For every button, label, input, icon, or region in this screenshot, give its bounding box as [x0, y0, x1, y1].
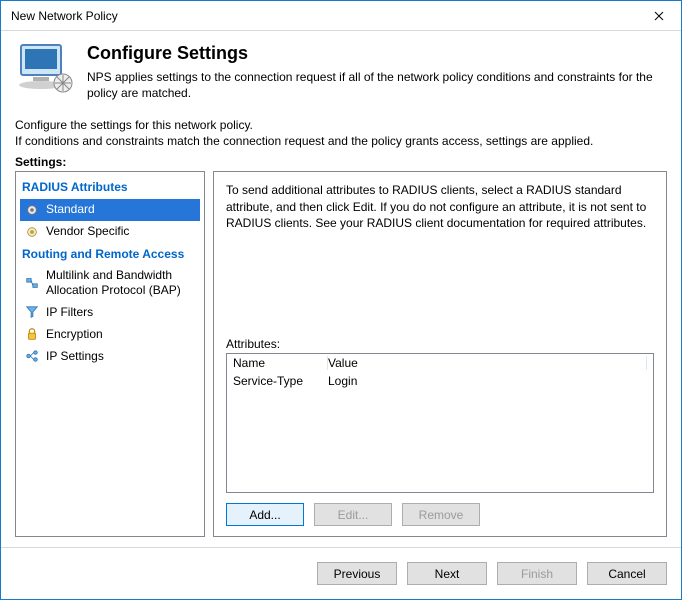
sidebar-section-radius: RADIUS Attributes — [20, 176, 200, 198]
edit-button[interactable]: Edit... — [314, 503, 392, 526]
gear-icon — [24, 224, 40, 240]
header-text: Configure Settings NPS applies settings … — [87, 39, 667, 103]
finish-button[interactable]: Finish — [497, 562, 577, 585]
main-area: RADIUS Attributes Standard Vendor Specif… — [1, 171, 681, 547]
cell-name: Service-Type — [233, 374, 328, 388]
instructions-line: If conditions and constraints match the … — [15, 133, 667, 149]
previous-button[interactable]: Previous — [317, 562, 397, 585]
table-header: Name Value — [227, 354, 653, 372]
wizard-header: Configure Settings NPS applies settings … — [1, 31, 681, 117]
instructions: Configure the settings for this network … — [1, 117, 681, 155]
settings-label: Settings: — [1, 155, 681, 171]
attributes-table[interactable]: Name Value Service-Type Login — [226, 353, 654, 493]
page-title: Configure Settings — [87, 43, 667, 64]
content-pane: To send additional attributes to RADIUS … — [213, 171, 667, 537]
sidebar-item-label: Encryption — [46, 327, 103, 342]
close-button[interactable] — [636, 1, 681, 31]
sidebar-item-label: Standard — [46, 202, 95, 217]
settings-sidebar: RADIUS Attributes Standard Vendor Specif… — [15, 171, 205, 537]
next-button[interactable]: Next — [407, 562, 487, 585]
column-name[interactable]: Name — [233, 356, 328, 370]
sidebar-item-vendor-specific[interactable]: Vendor Specific — [20, 221, 200, 243]
titlebar: New Network Policy — [1, 1, 681, 31]
link-icon — [24, 275, 40, 291]
lock-icon — [24, 326, 40, 342]
sidebar-item-label: IP Filters — [46, 305, 93, 320]
sidebar-item-label: Multilink and Bandwidth Allocation Proto… — [46, 268, 196, 298]
sidebar-item-encryption[interactable]: Encryption — [20, 323, 200, 345]
sidebar-item-standard[interactable]: Standard — [20, 199, 200, 221]
content-description: To send additional attributes to RADIUS … — [226, 182, 654, 231]
add-button[interactable]: Add... — [226, 503, 304, 526]
sidebar-section-rras: Routing and Remote Access — [20, 243, 200, 265]
wizard-window: New Network Policy Configure Settings NP… — [0, 0, 682, 600]
sidebar-item-multilink-bap[interactable]: Multilink and Bandwidth Allocation Proto… — [20, 265, 200, 301]
sidebar-item-ip-filters[interactable]: IP Filters — [20, 301, 200, 323]
page-description: NPS applies settings to the connection r… — [87, 70, 667, 101]
window-title: New Network Policy — [11, 9, 118, 23]
instructions-line: Configure the settings for this network … — [15, 117, 667, 133]
header-graphic — [15, 39, 79, 103]
sidebar-item-ip-settings[interactable]: IP Settings — [20, 345, 200, 367]
attributes-label: Attributes: — [226, 337, 654, 351]
table-row[interactable]: Service-Type Login — [227, 372, 653, 390]
remove-button[interactable]: Remove — [402, 503, 480, 526]
sidebar-item-label: Vendor Specific — [46, 224, 129, 239]
column-value[interactable]: Value — [328, 356, 647, 370]
funnel-icon — [24, 304, 40, 320]
cancel-button[interactable]: Cancel — [587, 562, 667, 585]
wizard-footer: Previous Next Finish Cancel — [1, 547, 681, 599]
gear-icon — [24, 202, 40, 218]
cell-value: Login — [328, 374, 647, 388]
network-icon — [24, 348, 40, 364]
sidebar-item-label: IP Settings — [46, 349, 104, 364]
attribute-buttons: Add... Edit... Remove — [226, 503, 654, 526]
close-icon — [654, 11, 664, 21]
